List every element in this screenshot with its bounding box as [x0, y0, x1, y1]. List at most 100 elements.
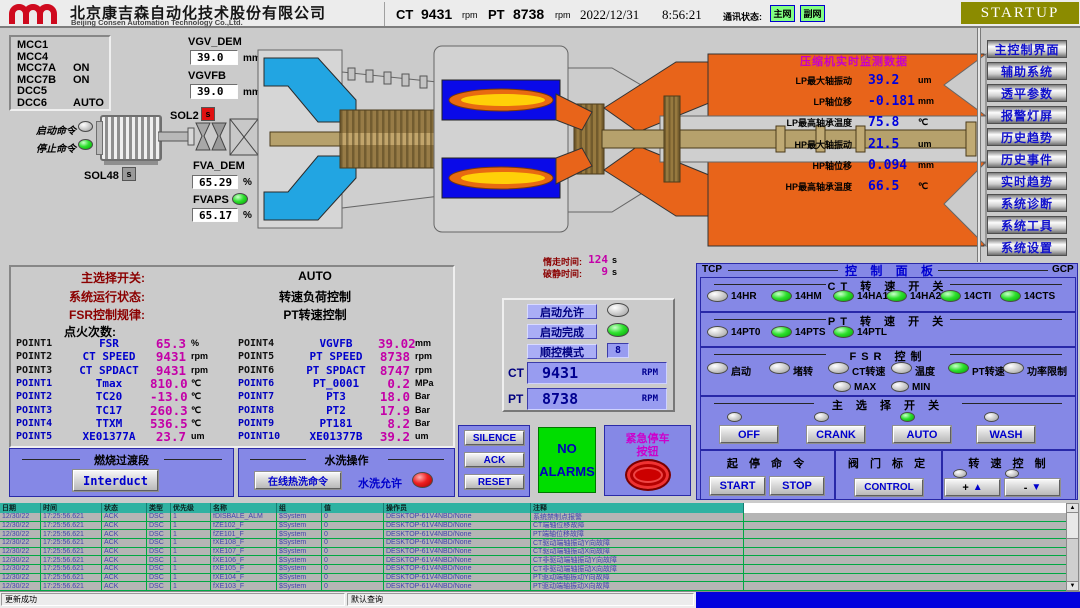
- fsr-label-启动: 启动: [731, 363, 751, 378]
- table-row[interactable]: 12/30/2217:25:56.621ACKDSC1fZE101_F$Syst…: [0, 530, 1066, 539]
- start-permit-button[interactable]: 启动允许: [527, 304, 597, 319]
- point-name: Tmax: [68, 377, 150, 390]
- sidebar-item-4[interactable]: 历史趋势: [987, 128, 1067, 146]
- point-unit: Bar: [415, 405, 430, 415]
- vgvfb-value[interactable]: 39.0: [190, 84, 238, 99]
- table-row[interactable]: 12/30/2217:25:56.621ACKDSC1fDISBALE_ALM$…: [0, 513, 1066, 522]
- table-header-cell: 名称: [211, 503, 277, 513]
- ct-switch-lamp-14HA2: [886, 290, 907, 302]
- mcc-row: DCC5: [17, 85, 109, 97]
- selector-button-WASH[interactable]: WASH: [977, 426, 1035, 443]
- scroll-down-button[interactable]: ▼: [1067, 581, 1078, 590]
- table-cell: 系统禁制点报警: [531, 513, 744, 521]
- point-tag: POINT7: [238, 391, 294, 402]
- decorative-line: [962, 403, 1062, 404]
- motor-flange: [96, 121, 103, 155]
- control-button[interactable]: CONTROL: [855, 479, 923, 496]
- table-cell: fXE104_F: [211, 574, 277, 582]
- point-name: TTXM: [68, 417, 150, 430]
- point-tag: POINT1: [16, 378, 68, 389]
- monitor-row: LP最高轴承温度75.8℃: [740, 116, 955, 128]
- point-unit: ℃: [191, 418, 201, 429]
- sidebar-item-6[interactable]: 实时趋势: [987, 172, 1067, 190]
- seq-mode-button[interactable]: 顺控模式: [527, 344, 597, 359]
- table-row[interactable]: 12/30/2217:25:56.621ACKDSC1fXE103_F$Syst…: [0, 582, 1066, 591]
- decorative-line: [728, 270, 838, 271]
- selector-button-CRANK[interactable]: CRANK: [807, 426, 865, 443]
- unit-mode-button[interactable]: STARTUP: [961, 2, 1079, 24]
- selector-button-OFF[interactable]: OFF: [720, 426, 778, 443]
- table-cell: ACK: [102, 556, 147, 564]
- start-command-label: 启动命令: [36, 122, 76, 137]
- table-row[interactable]: 12/30/2217:25:56.621ACKDSC1fXE107_F$Syst…: [0, 548, 1066, 557]
- ct-switch-label-14CTS: 14CTS: [1024, 291, 1055, 302]
- table-cell: DSC: [147, 556, 171, 564]
- table-cell: 17:25:56.621: [41, 582, 102, 590]
- fva-dem-label: FVA_DEM: [193, 160, 245, 172]
- point-tag: POINT6: [238, 365, 294, 376]
- sidebar-item-1[interactable]: 辅助系统: [987, 62, 1067, 80]
- table-row[interactable]: 12/30/2217:25:56.621ACKDSC1fZE102_F$Syst…: [0, 522, 1066, 531]
- sol48-state-box: s: [122, 167, 136, 181]
- decorative-line: [388, 459, 444, 460]
- fsr-law-value: PT转速控制: [240, 306, 390, 323]
- selector-button-AUTO[interactable]: AUTO: [893, 426, 951, 443]
- scroll-up-button[interactable]: ▲: [1067, 504, 1078, 513]
- table-row[interactable]: 12/30/2217:25:56.621ACKDSC1fXE104_F$Syst…: [0, 574, 1066, 583]
- fva-dem-value[interactable]: 65.29: [192, 175, 238, 189]
- sol48-label: SOL48: [84, 170, 119, 182]
- time-display: 8:56:21: [662, 7, 702, 23]
- silence-button[interactable]: SILENCE: [465, 431, 524, 445]
- sidebar-item-0[interactable]: 主控制界面: [987, 40, 1067, 58]
- point-unit: rpm: [191, 365, 208, 375]
- online-wash-button[interactable]: 在线热洗命令: [255, 472, 341, 489]
- sidebar-item-2[interactable]: 透平参数: [987, 84, 1067, 102]
- table-cell: DSC: [147, 530, 171, 538]
- fvaps-value[interactable]: 65.17: [192, 208, 238, 222]
- point-unit: um: [191, 431, 205, 441]
- primary-net-indicator: 主网: [770, 5, 795, 22]
- table-header-cell: 时间: [41, 503, 102, 513]
- sidebar-item-7[interactable]: 系统诊断: [987, 194, 1067, 212]
- sidebar-item-3[interactable]: 报警灯屏: [987, 106, 1067, 124]
- point-unit: rpm: [415, 365, 432, 375]
- point-value: -13.0: [150, 389, 186, 404]
- table-cell: 12/30/22: [0, 530, 41, 538]
- point-name: PT2: [294, 404, 378, 417]
- point-value: 9431: [150, 349, 186, 364]
- point-name: CT SPEED: [68, 350, 150, 363]
- sidebar-item-8[interactable]: 系统工具: [987, 216, 1067, 234]
- stop-button[interactable]: STOP: [770, 477, 824, 495]
- table-cell: 12/30/22: [0, 548, 41, 556]
- point-row: POINT1Tmax810.0℃: [16, 377, 201, 389]
- ack-button[interactable]: ACK: [465, 453, 524, 467]
- table-row[interactable]: 12/30/2217:25:56.621ACKDSC1fXE106_F$Syst…: [0, 556, 1066, 565]
- ct-label: CT: [508, 366, 524, 380]
- vgv-dem-value[interactable]: 39.0: [190, 50, 238, 65]
- sidebar-item-5[interactable]: 历史事件: [987, 150, 1067, 168]
- speed-raise-button[interactable]: + ▲: [945, 479, 1000, 496]
- sidebar-item-9[interactable]: 系统设置: [987, 238, 1067, 256]
- hmi-screen: 北京康吉森自动化技术股份有限公司 Beijing Consen Automati…: [0, 0, 1080, 608]
- fsr-lamp-PT转速: [948, 362, 969, 374]
- table-row[interactable]: 12/30/2217:25:56.621ACKDSC1fXE105_F$Syst…: [0, 565, 1066, 574]
- monitor-row: LP最大轴振动39.2um: [740, 74, 955, 86]
- point-unit: um: [415, 431, 429, 441]
- table-scrollbar[interactable]: ▲ ▼: [1066, 503, 1079, 591]
- reset-button[interactable]: RESET: [465, 475, 524, 489]
- scroll-thumb[interactable]: [1067, 513, 1078, 539]
- speed-lower-button[interactable]: - ▼: [1005, 479, 1060, 496]
- interduct-button[interactable]: Interduct: [73, 470, 158, 491]
- table-row[interactable]: 12/30/2217:25:56.621ACKDSC1fXE108_F$Syst…: [0, 539, 1066, 548]
- monitor-unit: mm: [918, 160, 934, 170]
- table-cell: 1: [171, 522, 211, 530]
- status-bar-blue-segment: [696, 592, 1080, 608]
- start-done-button[interactable]: 启动完成: [527, 324, 597, 339]
- start-button[interactable]: START: [710, 477, 765, 495]
- point-name: VGVFB: [294, 337, 378, 350]
- monitor-label: LP最大轴振动: [740, 74, 852, 87]
- point-row: POINT1FSR65.3%: [16, 337, 199, 349]
- monitor-unit: um: [918, 75, 932, 85]
- emergency-stop-button[interactable]: [625, 459, 671, 491]
- table-cell: ACK: [102, 548, 147, 556]
